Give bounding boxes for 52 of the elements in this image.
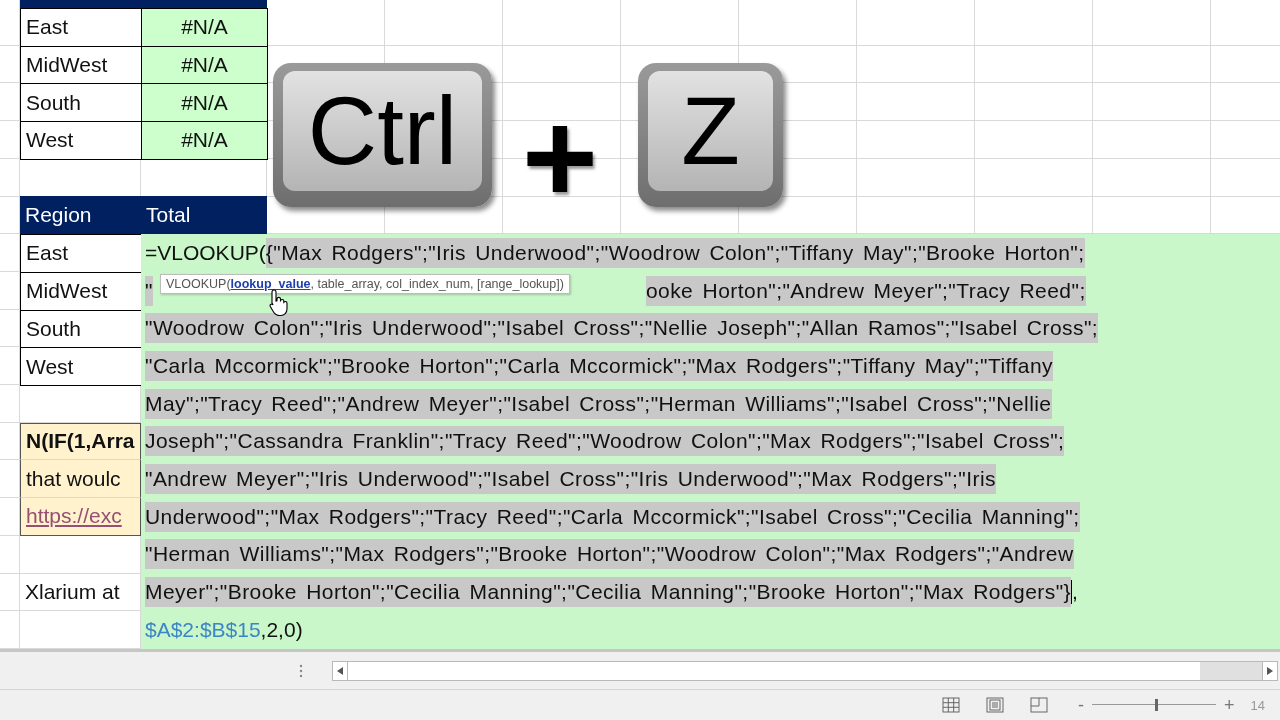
table-cell: West — [20, 121, 142, 160]
note-text: N(IF(1,Arra — [26, 429, 135, 454]
formula-text: , — [1072, 579, 1078, 606]
table-cell: #N/A — [141, 83, 268, 123]
column-header: Total — [141, 196, 267, 235]
plus-sign: + — [522, 92, 599, 222]
selected-formula-text: {"Max Rodgers";"Iris Underwood";"Woodrow Colon";"Tiffany May";"Brooke Horton"; — [265, 237, 1085, 268]
zoom-level: 14 — [1250, 697, 1265, 713]
tooltip-text: VLOOKUP(lookup_value, table_array, col_index_num, [range_lookup]) — [166, 277, 564, 291]
page-layout-icon[interactable] — [986, 697, 1004, 713]
selected-formula-text: Underwood";"Max Rodgers";"Tracy Reed";"Carla Mccormick";"Isabel Cross";"Cecilia Manning"; — [145, 501, 1080, 532]
table-cell: East — [20, 234, 142, 273]
splitter-handle-icon[interactable] — [299, 663, 303, 678]
table-cell: South — [20, 83, 142, 123]
horizontal-scrollbar[interactable] — [348, 660, 1262, 681]
selected-formula-text: May";"Tracy Reed";"Andrew Meyer";"Isabel Cross";"Herman Williams";"Isabel Cross";"Nellie — [145, 388, 1052, 419]
table-cell: #N/A — [141, 121, 268, 160]
cell-editor[interactable] — [141, 234, 1280, 649]
keyboard-key: Z — [638, 63, 783, 207]
scroll-right-button[interactable] — [1262, 660, 1278, 681]
selected-formula-text: Meyer";"Brooke Horton";"Cecilia Manning";"Cecilia Manning";"Brooke Horton";"Max Rodgers"} — [145, 577, 1072, 608]
page-break-icon[interactable] — [1030, 697, 1048, 713]
zoom-out-button[interactable]: - — [1074, 696, 1088, 714]
table-cell: #N/A — [141, 45, 268, 85]
zoom-in-button[interactable]: + — [1220, 696, 1239, 714]
formula-text: =VLOOKUP( — [145, 239, 266, 266]
keyboard-key: Ctrl — [273, 63, 492, 207]
formula-text: ,2,0) — [260, 616, 303, 643]
normal-view-icon[interactable] — [942, 697, 960, 713]
selected-formula-text: "Herman Williams";"Max Rodgers";"Brooke Horton";"Woodrow Colon";"Max Rodgers";"Andrew — [145, 539, 1074, 570]
zoom-slider[interactable] — [1092, 698, 1216, 712]
table-cell: #N/A — [141, 8, 268, 47]
table-cell: MidWest — [20, 271, 142, 311]
table-cell: South — [20, 309, 142, 349]
right-arrow-icon — [1267, 666, 1273, 675]
selected-formula-text: " — [145, 275, 153, 306]
selected-formula-text: "Andrew Meyer";"Iris Underwood";"Isabel Cross";"Iris Underwood";"Max Rodgers";"Iris — [145, 463, 996, 494]
column-header: Region — [20, 196, 141, 235]
text-caret — [1071, 580, 1073, 605]
selected-formula-text: ooke Horton";"Andrew Meyer";"Tracy Reed"; — [645, 275, 1086, 306]
selected-formula-text: Joseph";"Cassandra Franklin";"Tracy Reed";"Woodrow Colon";"Max Rodgers";"Isabel Cross"; — [145, 426, 1065, 457]
range-reference: $A$2:$B$15 — [145, 616, 261, 643]
note-text: that woulc — [26, 466, 121, 491]
selected-formula-text: "Woodrow Colon";"Iris Underwood";"Isabel Cross";"Nellie Joseph";"Allan Ramos";"Isabel Cross"; — [145, 313, 1099, 344]
table-cell: East — [20, 8, 142, 47]
note-text: Xlarium at — [25, 580, 120, 605]
table-cell: West — [20, 347, 142, 386]
scroll-left-button[interactable] — [332, 660, 348, 681]
table-cell: MidWest — [20, 45, 142, 85]
left-arrow-icon — [337, 666, 343, 675]
argument-link[interactable]: lookup_value — [230, 277, 311, 291]
selected-formula-text: "Carla Mccormick";"Brooke Horton";"Carla Mccormick";"Max Rodgers";"Tiffany May";"Tiffany — [145, 350, 1053, 381]
